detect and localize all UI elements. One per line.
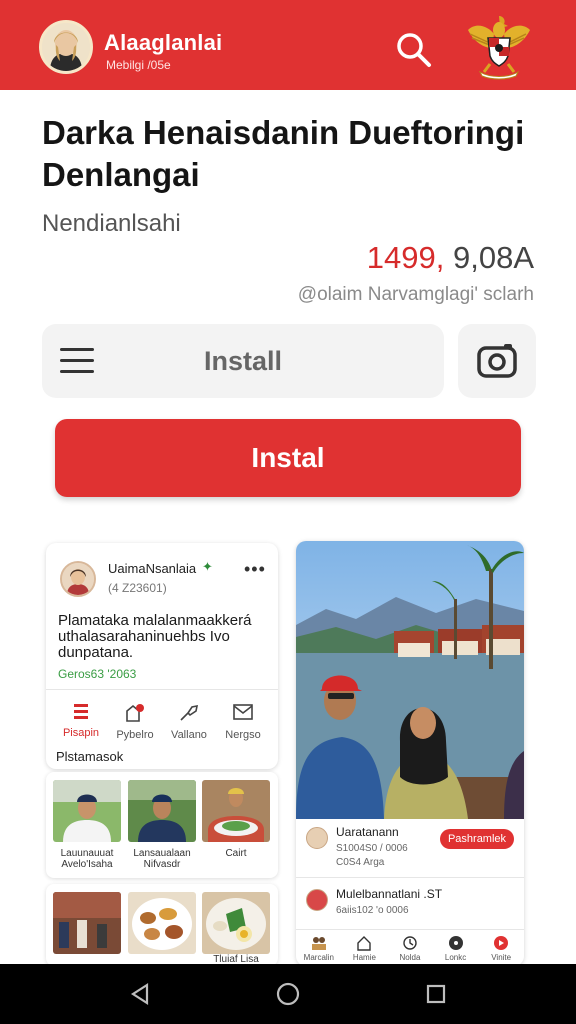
recents-button[interactable] xyxy=(424,982,448,1006)
action-share[interactable]: Vallano xyxy=(162,703,216,741)
user-meta: S1004S0 / 0006 xyxy=(336,843,408,854)
photo-thumbnail[interactable] xyxy=(202,892,270,954)
install-bar-label: Install xyxy=(203,346,283,376)
user-meta: C0S4 Arga xyxy=(336,857,385,868)
home-icon xyxy=(357,935,372,951)
mini-nav-label: Vinite xyxy=(491,952,512,962)
mini-nav-label: Nolda xyxy=(399,952,421,962)
post-author-avatar[interactable] xyxy=(60,561,96,597)
photo-caption: Lansaualaan Nifvasdr xyxy=(133,848,191,870)
camera-button[interactable] xyxy=(458,324,536,398)
mini-nav-item[interactable]: Lonkc xyxy=(438,935,474,962)
mini-nav-item[interactable]: Hamie xyxy=(346,935,382,962)
post-author-name[interactable]: UaimaNsanlaia xyxy=(108,561,196,576)
camera-icon xyxy=(477,344,517,378)
claim-text: @olaim Narvamglagi' sclarh xyxy=(297,284,534,305)
back-button[interactable] xyxy=(128,982,152,1006)
featured-post-card[interactable]: Uaratanann S1004S0 / 0006 C0S4 Arga Pash… xyxy=(296,541,524,966)
photo-thumbnail[interactable] xyxy=(53,892,121,954)
mini-nav-bar: Marcalin Hamie Nolda Lonkc Vinite xyxy=(296,929,524,966)
action-label: Nergso xyxy=(225,729,261,741)
profile-avatar[interactable] xyxy=(39,20,93,74)
app-bar: Alaaglanlai Mebilgi /05e xyxy=(0,0,576,90)
photo-strip: Lauunauuat Avelo'Isaha Lansaualaan Nifva… xyxy=(46,772,278,878)
people-icon xyxy=(311,936,326,950)
action-message[interactable]: Nergso xyxy=(216,703,270,741)
photo-thumbnail[interactable] xyxy=(202,780,270,842)
play-icon xyxy=(494,935,509,950)
recents-icon xyxy=(426,984,446,1004)
price-value: 1499, 9,08A xyxy=(367,240,534,276)
action-pin[interactable]: Pisapin xyxy=(54,703,108,741)
home-icon xyxy=(276,982,300,1006)
mini-nav-item[interactable]: Vinite xyxy=(483,935,519,962)
divider xyxy=(296,877,524,878)
action-label: Pybelro xyxy=(116,729,154,741)
app-subtitle: Mebilgi /05e xyxy=(106,58,171,72)
action-label: Vallano xyxy=(171,729,207,741)
edit-icon xyxy=(126,704,144,722)
system-nav-bar xyxy=(0,964,576,1024)
user-avatar[interactable] xyxy=(306,889,328,911)
photo-thumbnail[interactable] xyxy=(128,780,196,842)
mini-nav-label: Lonkc xyxy=(444,952,467,962)
message-icon xyxy=(233,704,253,720)
follow-button[interactable]: Pashramlek xyxy=(440,829,514,849)
photo-strip: Tluiaf Lisa xyxy=(46,884,278,966)
mini-nav-item[interactable]: Nolda xyxy=(392,935,428,962)
user-meta: 6aiis102 'o 0006 xyxy=(336,905,409,916)
home-button[interactable] xyxy=(276,982,300,1006)
page-subtitle: Nendianlsahi xyxy=(42,210,181,237)
avatar-portrait-icon xyxy=(42,23,90,71)
post-body: Plamataka malalanmaakkerá uthalasarahani… xyxy=(58,612,252,661)
app-title: Alaaglanlai xyxy=(104,30,223,55)
price-accent: 1499, xyxy=(366,240,445,275)
more-options-icon[interactable]: ••• xyxy=(244,559,266,580)
garuda-emblem-icon xyxy=(462,8,536,82)
circle-icon xyxy=(448,935,463,950)
post-meta: (4 Z23601) xyxy=(108,581,167,595)
post-tag[interactable]: Geros63 '2063 xyxy=(58,667,136,681)
page-title: Darka Henaisdanin Dueftoringi Denlangai xyxy=(42,114,525,193)
install-button[interactable]: Instal xyxy=(55,419,521,497)
verified-icon: ✦ xyxy=(202,559,213,574)
user-avatar[interactable] xyxy=(306,827,328,849)
user-name[interactable]: Uaratanann xyxy=(336,825,399,839)
action-edit[interactable]: Pybelro xyxy=(108,703,162,741)
install-bar[interactable]: Install xyxy=(42,324,444,398)
price-rest: 9,08A xyxy=(444,240,534,275)
post-card[interactable]: UaimaNsanlaia ✦ (4 Z23601) ••• Plamataka… xyxy=(46,543,278,769)
featured-photo[interactable] xyxy=(296,541,524,819)
action-label: Pisapin xyxy=(62,727,100,739)
post-actions: Pisapin Pybelro Vallano Nergso xyxy=(54,703,270,741)
bookmark-icon xyxy=(74,704,88,719)
mini-nav-item[interactable]: Marcalin xyxy=(301,935,337,962)
divider xyxy=(46,689,278,690)
back-icon xyxy=(130,982,149,1006)
mini-nav-label: Hamie xyxy=(352,952,376,962)
search-icon xyxy=(397,33,431,67)
search-button[interactable] xyxy=(394,30,434,70)
photo-thumbnail[interactable] xyxy=(53,780,121,842)
avatar-portrait-icon xyxy=(62,563,94,595)
photo-caption: Lauunauuat Avelo'Isaha xyxy=(60,848,114,870)
photo-caption: Cairt xyxy=(225,848,247,859)
section-label: Plstamasok xyxy=(56,749,124,764)
mini-nav-label: Marcalin xyxy=(303,952,334,962)
photo-thumbnail[interactable] xyxy=(128,892,196,954)
clock-icon xyxy=(403,935,417,950)
user-name[interactable]: Mulelbannatlani .ST xyxy=(336,887,442,901)
share-icon xyxy=(180,704,199,721)
